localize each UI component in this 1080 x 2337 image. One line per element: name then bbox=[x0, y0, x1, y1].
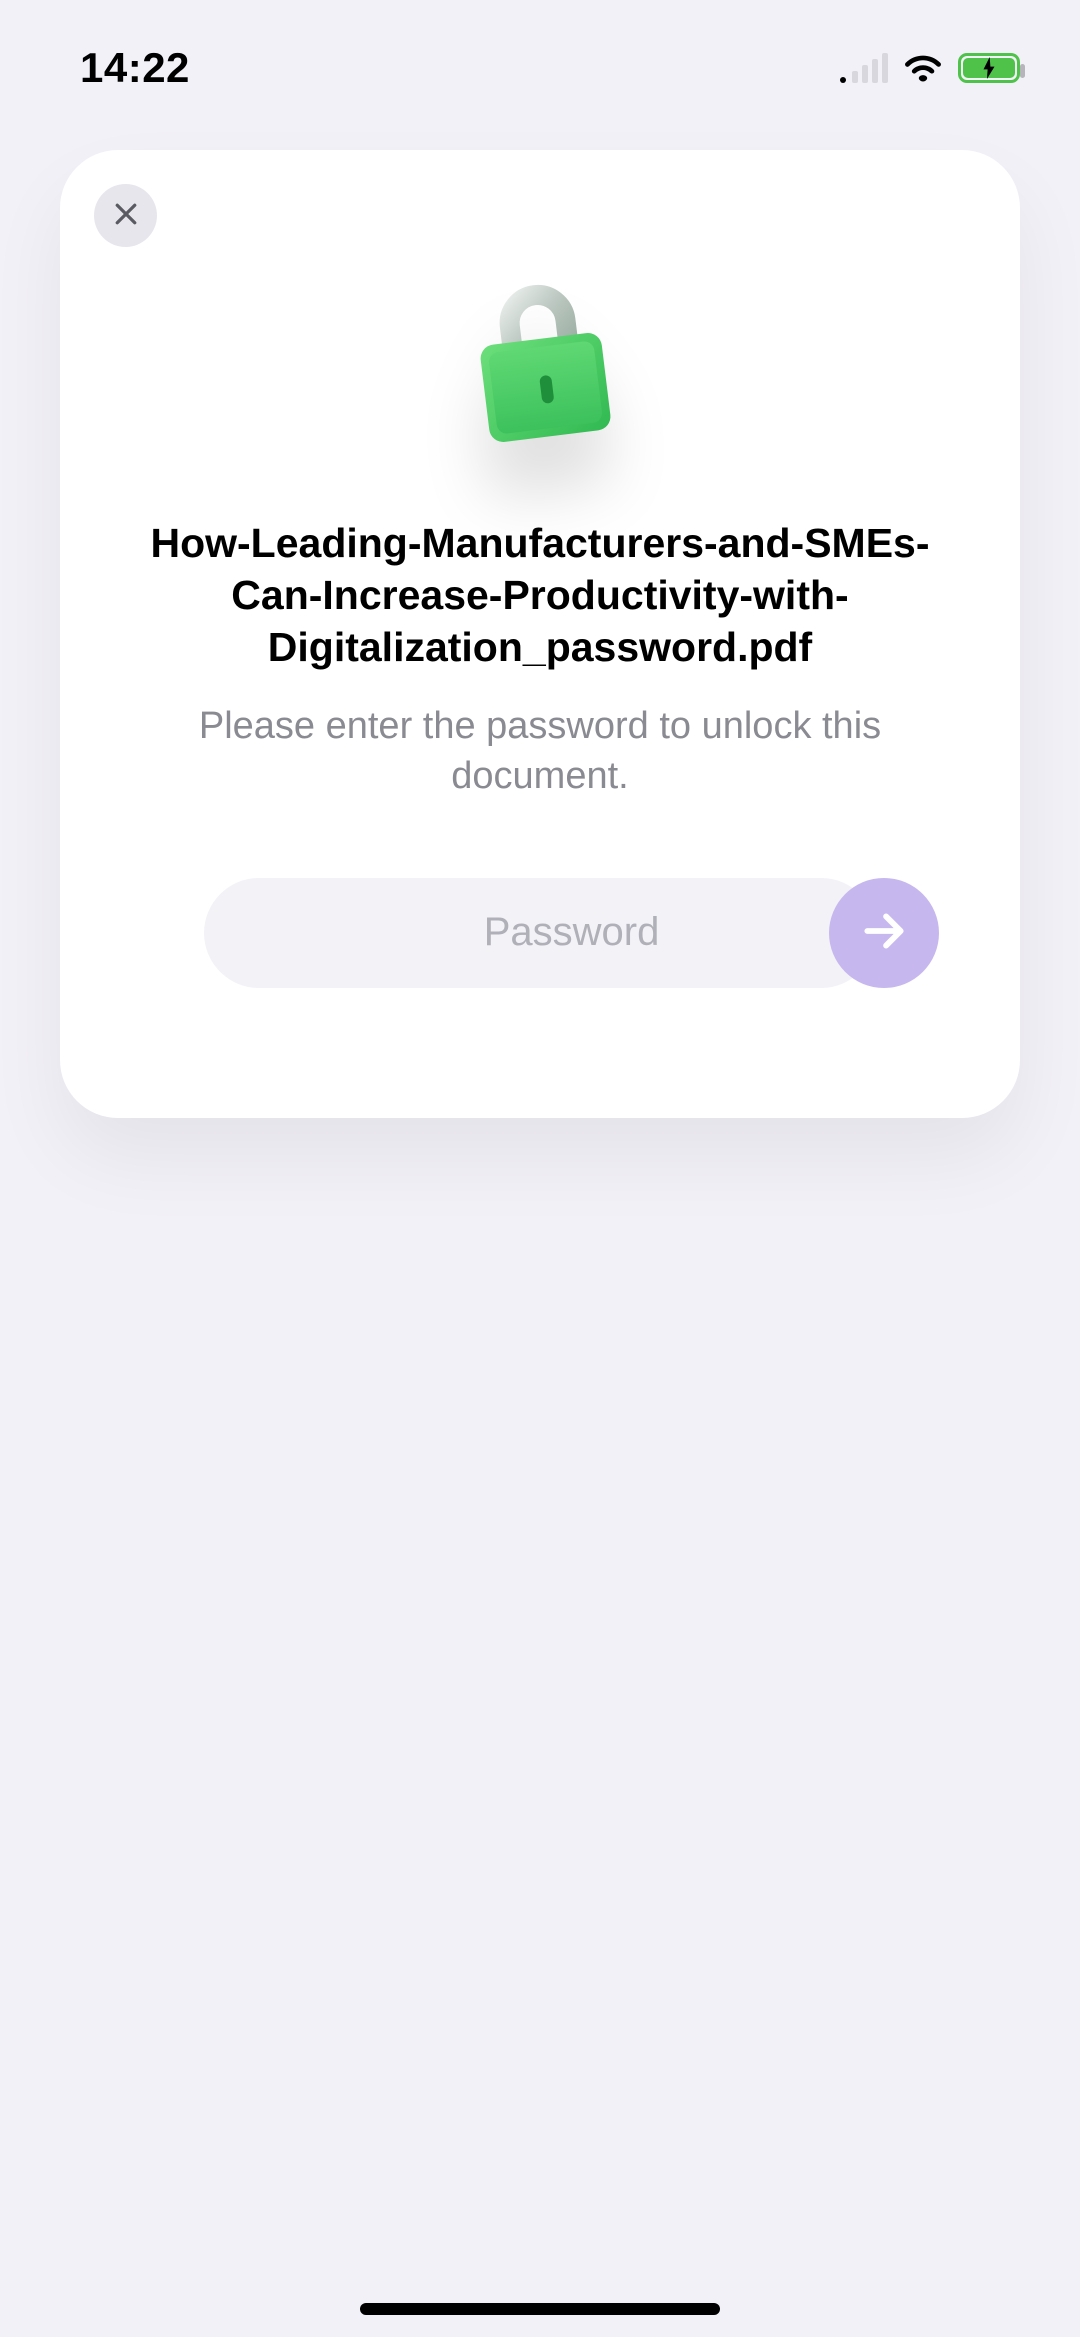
lock-icon bbox=[460, 277, 620, 457]
password-input-row bbox=[204, 878, 876, 988]
wifi-icon bbox=[904, 53, 942, 83]
status-icons bbox=[840, 53, 1020, 83]
home-indicator[interactable] bbox=[360, 2303, 720, 2315]
battery-charging-icon bbox=[958, 53, 1020, 83]
document-title: How-Leading-Manufacturers-and-SMEs-Can-I… bbox=[94, 517, 986, 673]
status-bar: 14:22 bbox=[0, 0, 1080, 100]
cellular-signal-icon bbox=[840, 53, 888, 83]
close-button[interactable] bbox=[94, 184, 157, 247]
password-input[interactable] bbox=[204, 910, 829, 955]
status-time: 14:22 bbox=[80, 44, 190, 92]
submit-button[interactable] bbox=[829, 878, 939, 988]
instruction-text: Please enter the password to unlock this… bbox=[94, 701, 986, 801]
password-modal: How-Leading-Manufacturers-and-SMEs-Can-I… bbox=[60, 150, 1020, 1118]
close-icon bbox=[111, 199, 141, 232]
arrow-right-icon bbox=[859, 906, 909, 959]
